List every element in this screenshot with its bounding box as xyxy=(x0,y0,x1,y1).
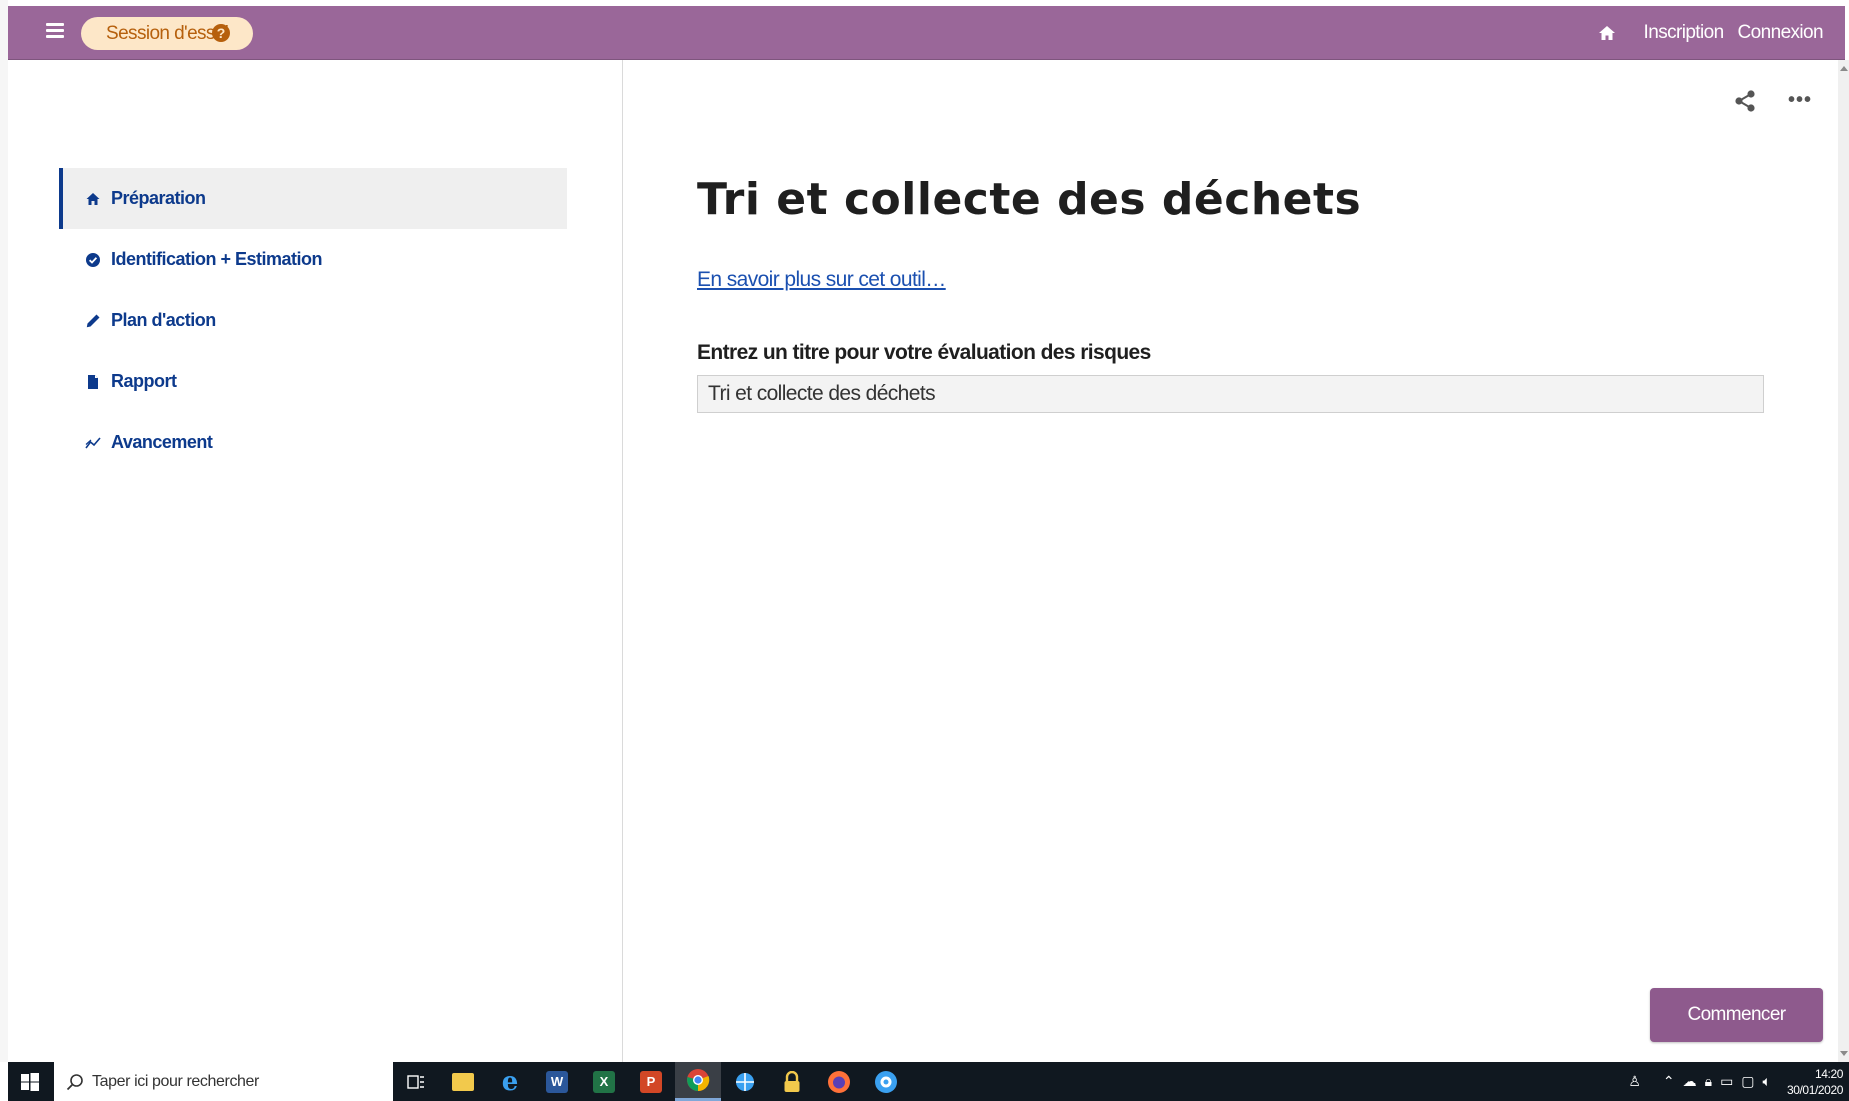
learn-more-link[interactable]: En savoir plus sur cet outil… xyxy=(697,268,946,292)
sidebar-item-label: Identification + Estimation xyxy=(111,249,323,269)
sidebar-nav: Préparation Identification + Estimation … xyxy=(59,168,567,473)
signup-link[interactable]: Inscription xyxy=(1644,22,1725,44)
clock-time: 14:20 xyxy=(1814,1066,1843,1081)
clock[interactable]: 14:20 30/01/2020 xyxy=(1787,1066,1843,1098)
search-icon xyxy=(66,1073,83,1090)
question-circle-icon[interactable]: ? xyxy=(212,24,230,42)
chrome-icon[interactable] xyxy=(675,1062,721,1101)
firefox-icon[interactable] xyxy=(816,1062,862,1101)
sidebar-item-label: Avancement xyxy=(111,432,213,452)
assessment-title-input[interactable] xyxy=(697,375,1764,413)
internet-explorer-icon[interactable]: e xyxy=(487,1062,533,1101)
login-link[interactable]: Connexion xyxy=(1738,22,1824,44)
page-title: Tri et collecte des déchets xyxy=(697,174,1362,225)
app-window: Session d'essai ? Inscription Connexion … xyxy=(0,0,1849,1101)
trend-chart-icon xyxy=(85,436,101,448)
document-icon xyxy=(88,374,98,389)
panel-divider xyxy=(622,60,623,1062)
excel-icon[interactable]: X xyxy=(581,1062,627,1101)
lock-tray-icon[interactable]: 🔒︎ xyxy=(1705,1073,1712,1090)
system-tray: ♙ ⌃ ☁ 🔒︎ ▭ ▢ 🔈︎ 14:20 30/01/2020 xyxy=(1624,1062,1849,1101)
share-icon[interactable] xyxy=(1734,89,1756,113)
volume-icon[interactable]: 🔈︎ xyxy=(1763,1073,1771,1090)
sidebar-item-label: Plan d'action xyxy=(111,310,216,330)
file-explorer-icon[interactable] xyxy=(440,1062,486,1101)
session-badge[interactable]: Session d'essai ? xyxy=(81,17,253,50)
powerpoint-icon[interactable]: P xyxy=(628,1062,674,1101)
sidebar-item-preparation[interactable]: Préparation xyxy=(59,168,567,229)
window-edge xyxy=(0,0,8,1062)
home-icon xyxy=(86,192,100,205)
top-links: Inscription Connexion xyxy=(1598,6,1824,60)
sidebar-item-progress[interactable]: Avancement xyxy=(59,412,567,473)
search-placeholder: Taper ici pour rechercher xyxy=(92,1072,259,1090)
top-bar: Session d'essai ? Inscription Connexion xyxy=(8,6,1845,60)
pencil-icon xyxy=(86,314,100,327)
menu-icon[interactable] xyxy=(46,23,64,39)
scrollbar[interactable] xyxy=(1838,60,1849,1062)
check-circle-icon xyxy=(86,252,100,267)
start-button[interactable]: Commencer xyxy=(1650,988,1823,1042)
sidebar-item-identification[interactable]: Identification + Estimation xyxy=(59,229,567,290)
sidebar-item-label: Rapport xyxy=(111,371,177,391)
sidebar-item-label: Préparation xyxy=(111,188,206,208)
lock-app-icon[interactable] xyxy=(769,1062,815,1101)
battery-icon[interactable]: ▭ xyxy=(1720,1073,1733,1090)
home-icon[interactable] xyxy=(1598,25,1616,41)
more-options-icon[interactable]: ••• xyxy=(1788,90,1811,110)
taskbar-search[interactable]: Taper ici pour rechercher xyxy=(54,1062,393,1101)
task-view-icon[interactable] xyxy=(393,1062,439,1101)
windows-taskbar: Taper ici pour rechercher e W X P ♙ ⌃ ☁ … xyxy=(8,1062,1849,1101)
title-field-label: Entrez un titre pour votre évaluation de… xyxy=(697,341,1151,364)
scroll-down-arrow[interactable] xyxy=(1840,1051,1848,1056)
assistance-app-icon[interactable] xyxy=(863,1062,909,1101)
network-app-icon[interactable] xyxy=(722,1062,768,1101)
chevron-up-icon[interactable]: ⌃ xyxy=(1663,1073,1675,1090)
sidebar-item-report[interactable]: Rapport xyxy=(59,351,567,412)
session-label: Session d'essai xyxy=(106,23,229,44)
network-icon[interactable]: ▢ xyxy=(1741,1073,1754,1090)
clock-date: 30/01/2020 xyxy=(1786,1082,1843,1097)
windows-start-icon[interactable] xyxy=(20,1072,40,1092)
cloud-icon[interactable]: ☁ xyxy=(1683,1073,1697,1090)
people-icon[interactable]: ♙ xyxy=(1628,1073,1641,1090)
sidebar-item-action-plan[interactable]: Plan d'action xyxy=(59,290,567,351)
word-icon[interactable]: W xyxy=(534,1062,580,1101)
scroll-up-arrow[interactable] xyxy=(1840,66,1848,71)
